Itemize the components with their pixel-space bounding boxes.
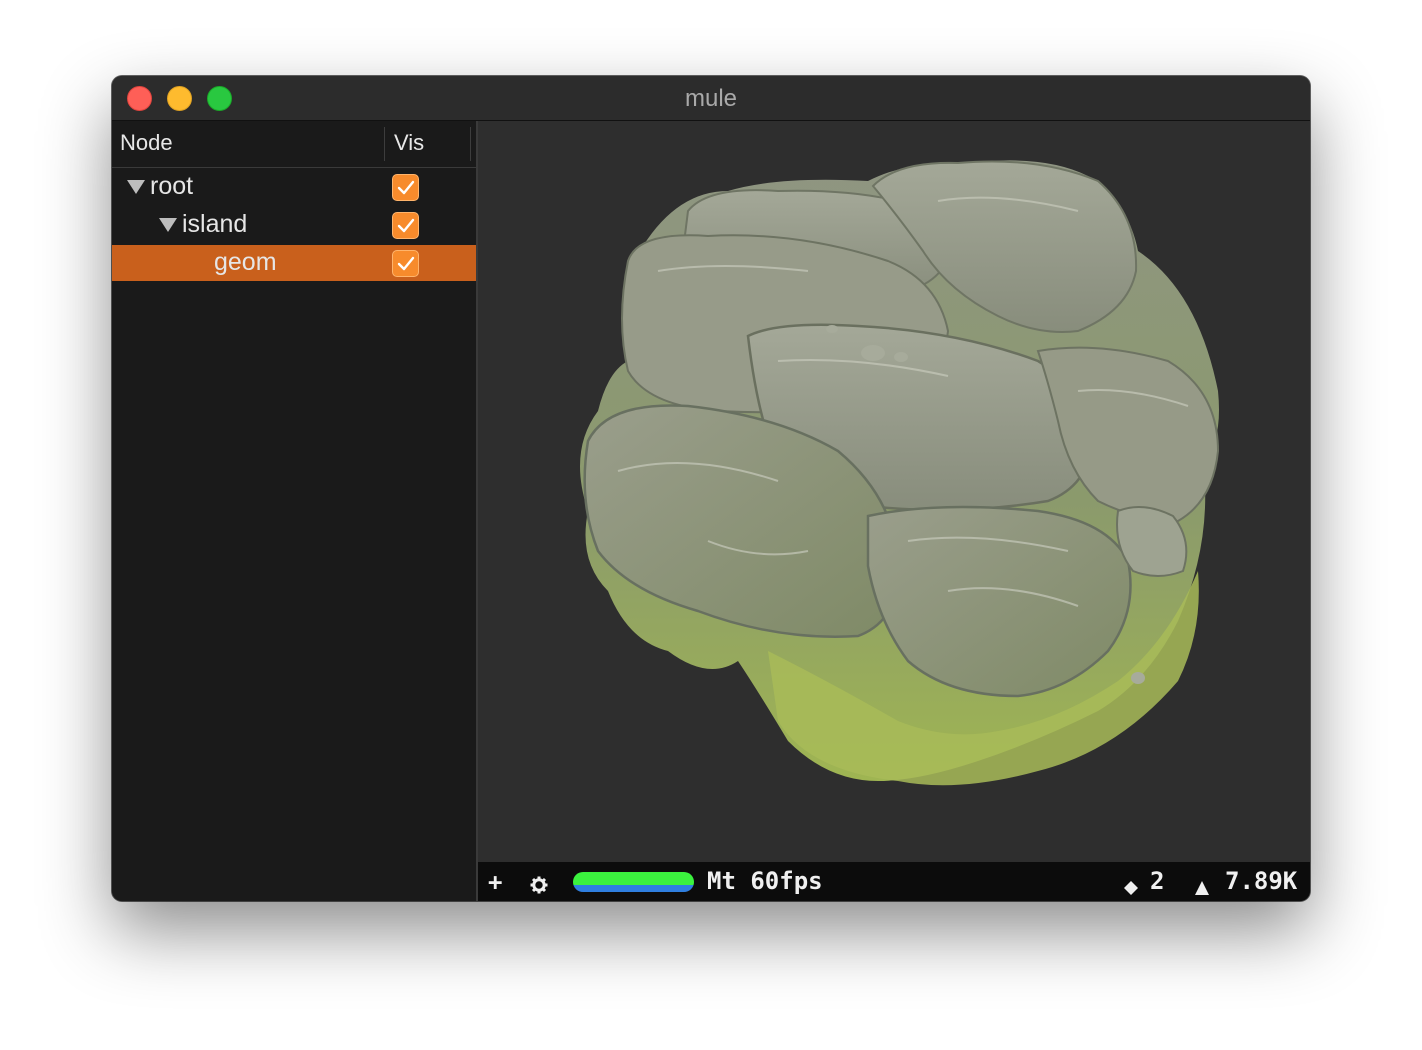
expand-arrow-icon[interactable] [127,180,145,194]
triangle-count: 7.89K [1225,867,1298,895]
tree-row-island[interactable]: island [112,207,476,243]
checkmark-icon [397,256,415,271]
tree-row-label: root [150,172,194,200]
tree-row-label: geom [214,248,277,276]
column-divider[interactable] [384,127,385,161]
column-header-node[interactable]: Node [120,130,173,156]
visibility-checkbox[interactable] [392,250,419,277]
3d-viewport[interactable] [478,121,1310,862]
diamond-node-icon [1123,874,1139,901]
node-count: 2 [1150,867,1165,895]
expand-arrow-icon[interactable] [159,218,177,232]
fps-readout: Mt 60fps [707,867,823,895]
window-title: mule [684,85,738,112]
rock-island-model [580,160,1220,786]
triangle-icon [1194,874,1210,901]
column-header-vis[interactable]: Vis [394,130,424,156]
tree-row-root[interactable]: root [112,169,476,205]
plus-icon[interactable]: + [488,868,502,896]
scene-tree-panel: Node Vis root island geom [112,121,478,901]
tree-row-label: island [182,210,248,238]
column-divider[interactable] [470,127,471,161]
gear-icon[interactable] [530,872,548,900]
checkmark-icon [397,218,415,233]
tree-row-geom[interactable]: geom [112,245,476,281]
app-window: mule Node Vis root island geom + Mt 60fp… [112,76,1310,901]
title-bar[interactable]: mule [112,76,1310,121]
visibility-checkbox[interactable] [392,174,419,201]
checkmark-icon [397,180,415,195]
status-bar: + Mt 60fps 2 7.89K [478,862,1310,901]
visibility-checkbox[interactable] [392,212,419,239]
tree-header: Node Vis [112,121,476,168]
frame-time-meter [573,872,694,892]
